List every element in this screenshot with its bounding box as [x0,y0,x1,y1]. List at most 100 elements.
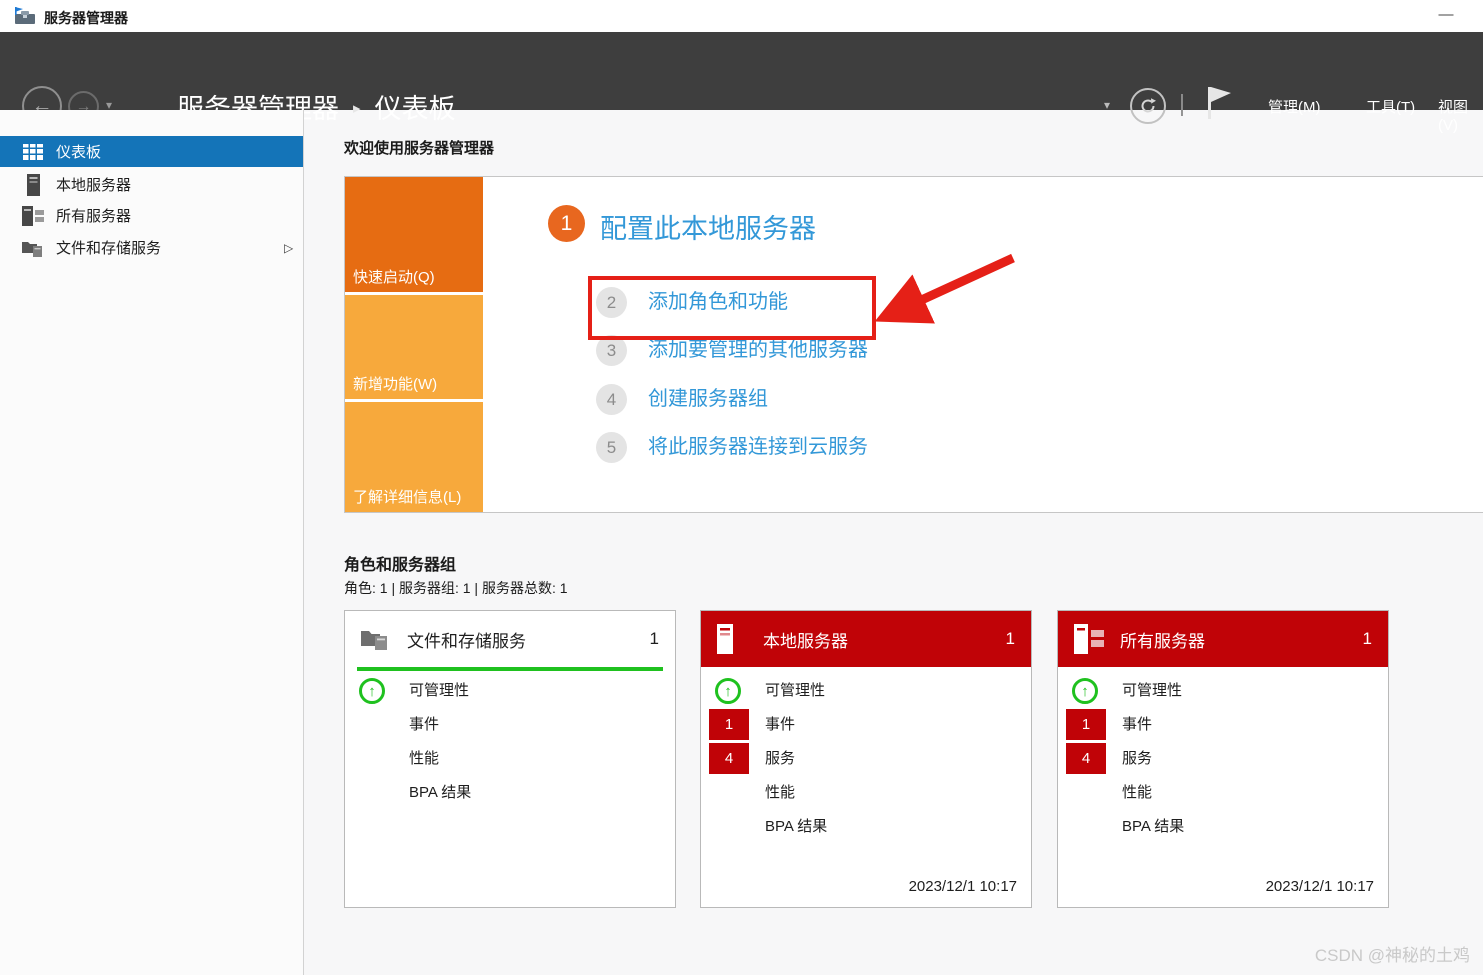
card-row-performance[interactable]: 性能 [345,743,675,774]
manageability-up-icon: ↑ [1072,678,1098,704]
file-storage-icon [361,623,391,655]
window-titlebar: 服务器管理器 — [0,0,1483,32]
sidebar-item-file-storage[interactable]: 文件和存储服务 ▷ [0,232,303,263]
row-label: 服务 [1122,743,1152,774]
row-label: 事件 [409,709,439,740]
all-servers-card-header[interactable]: 所有服务器 1 [1058,611,1388,667]
card-row-manageability[interactable]: ↑ 可管理性 [345,675,675,706]
sidebar-item-label: 仪表板 [56,141,101,162]
card-status-line [357,667,663,671]
local-server-icon [717,623,747,655]
row-label: 事件 [1122,709,1152,740]
step-5-number: 5 [596,432,627,463]
window-title: 服务器管理器 [44,8,128,28]
row-label: 性能 [409,743,439,774]
manageability-up-icon: ↑ [715,678,741,704]
row-label: 性能 [1122,777,1152,808]
server-manager-app-icon [14,6,36,26]
menu-manage[interactable]: 管理(M) [1268,96,1321,117]
dashboard-grid-icon [22,141,44,163]
sidebar-item-label: 文件和存储服务 [56,237,161,258]
row-label: 事件 [765,709,795,740]
row-label: 服务 [765,743,795,774]
step-1-link[interactable]: 配置此本地服务器 [600,207,816,246]
row-label: 可管理性 [1122,675,1182,706]
welcome-panel [344,176,1483,513]
quickstart-tab[interactable]: 快速启动(Q) [345,177,483,292]
card-row-performance[interactable]: 性能 [701,777,1031,808]
card-title: 文件和存储服务 [407,627,526,652]
menu-view[interactable]: 视图(V) [1438,96,1483,134]
row-label: BPA 结果 [765,811,827,842]
annotation-arrow-icon [865,232,1030,337]
roles-section-title: 角色和服务器组 [344,551,456,575]
minimize-button[interactable]: — [1424,2,1468,30]
card-row-performance[interactable]: 性能 [1058,777,1388,808]
row-label: BPA 结果 [409,777,471,808]
connect-cloud-link[interactable]: 将此服务器连接到云服务 [648,432,868,463]
step-4-number: 4 [596,384,627,415]
all-servers-icon [1074,623,1104,655]
card-timestamp: 2023/12/1 10:17 [1266,878,1374,895]
sidebar-item-local-server[interactable]: 本地服务器 [0,169,303,200]
sidebar-item-label: 所有服务器 [56,205,131,226]
card-row-bpa-results[interactable]: BPA 结果 [701,811,1031,842]
card-row-manageability[interactable]: ↑ 可管理性 [1058,675,1388,706]
card-title: 本地服务器 [763,627,848,652]
notifications-flag-icon[interactable] [1205,85,1233,121]
all-servers-icon [22,205,44,227]
sidebar-item-all-servers[interactable]: 所有服务器 [0,200,303,231]
learn-more-tab-label: 了解详细信息(L) [353,486,461,507]
card-row-services[interactable]: 4 服务 [701,743,1031,774]
all-servers-card: 所有服务器 1 ↑ 可管理性 1 事件 4 服务 性能 BPA 结果 2023/… [1057,610,1389,908]
file-storage-icon [22,237,44,259]
card-row-bpa-results[interactable]: BPA 结果 [345,777,675,808]
events-count-badge[interactable]: 1 [709,709,749,740]
annotation-highlight-box [588,276,876,340]
row-label: 可管理性 [409,675,469,706]
local-server-card-header[interactable]: 本地服务器 1 [701,611,1031,667]
roles-section-subtitle: 角色: 1 | 服务器组: 1 | 服务器总数: 1 [344,578,568,598]
services-count-badge[interactable]: 4 [1066,743,1106,774]
create-server-group-link[interactable]: 创建服务器组 [648,384,768,415]
navbar-divider: | [1179,90,1185,117]
sidebar-divider [303,110,304,975]
row-label: BPA 结果 [1122,811,1184,842]
whats-new-tab[interactable]: 新增功能(W) [345,295,483,399]
breadcrumb-separator-icon: ▸ [353,96,361,117]
card-count: 1 [1006,629,1015,649]
whats-new-tab-label: 新增功能(W) [353,373,437,394]
card-count: 1 [1363,629,1372,649]
local-server-card: 本地服务器 1 ↑ 可管理性 1 事件 4 服务 性能 BPA 结果 2023/… [700,610,1032,908]
local-server-icon [22,174,44,196]
card-row-services[interactable]: 4 服务 [1058,743,1388,774]
expand-arrow-icon[interactable]: ▷ [284,241,293,255]
events-count-badge[interactable]: 1 [1066,709,1106,740]
welcome-heading: 欢迎使用服务器管理器 [344,137,494,158]
row-label: 可管理性 [765,675,825,706]
card-row-events[interactable]: 1 事件 [1058,709,1388,740]
row-label: 性能 [765,777,795,808]
sidebar-item-label: 本地服务器 [56,174,131,195]
sidebar-item-dashboard[interactable]: 仪表板 [0,136,303,167]
card-row-events[interactable]: 1 事件 [701,709,1031,740]
card-row-bpa-results[interactable]: BPA 结果 [1058,811,1388,842]
card-row-events[interactable]: 事件 [345,709,675,740]
file-storage-card-header[interactable]: 文件和存储服务 1 [345,611,675,667]
card-title: 所有服务器 [1120,627,1205,652]
quickstart-tab-label: 快速启动(Q) [353,266,435,287]
breadcrumb-current[interactable]: 仪表板 [375,87,456,126]
step-1-number: 1 [548,205,585,242]
menu-tools[interactable]: 工具(T) [1366,96,1415,117]
file-storage-card: 文件和存储服务 1 ↑ 可管理性 事件 性能 BPA 结果 [344,610,676,908]
card-row-manageability[interactable]: ↑ 可管理性 [701,675,1031,706]
refresh-dropdown-caret-icon[interactable]: ▾ [1104,98,1110,112]
refresh-icon[interactable] [1130,88,1166,124]
manageability-up-icon: ↑ [359,678,385,704]
learn-more-tab[interactable]: 了解详细信息(L) [345,402,483,512]
card-timestamp: 2023/12/1 10:17 [909,878,1017,895]
card-count: 1 [650,629,659,649]
top-navbar: ← → ▾ 服务器管理器 ▸ 仪表板 ▾ | 管理(M) 工具(T) 视图(V) [0,32,1483,110]
csdn-watermark: CSDN @神秘的土鸡 [1315,941,1470,966]
services-count-badge[interactable]: 4 [709,743,749,774]
